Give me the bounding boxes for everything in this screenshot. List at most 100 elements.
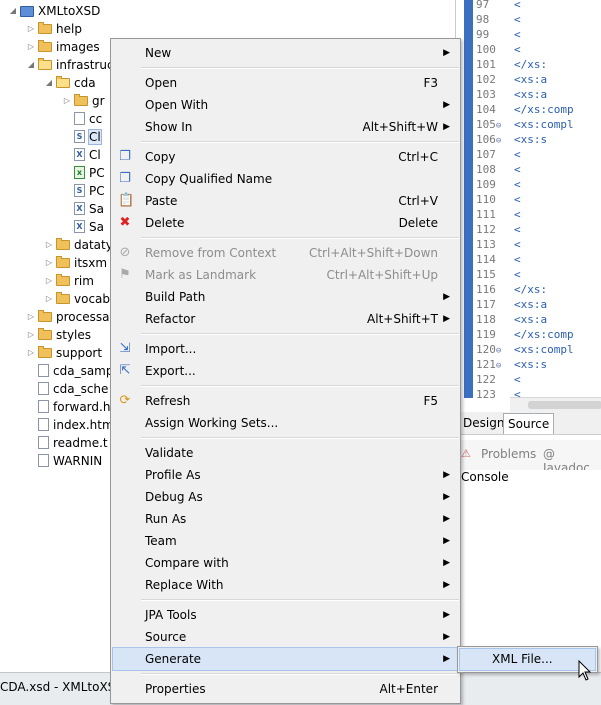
tree-item-label: Sa	[89, 202, 104, 216]
expanded-twisty-icon[interactable]: ◢	[8, 2, 18, 20]
tree-item[interactable]: X Sa	[62, 218, 104, 236]
tree-item[interactable]: ▷ itsxm	[44, 254, 107, 272]
collapsed-twisty-icon[interactable]: ▷	[26, 20, 36, 38]
menu-item-label: Export...	[145, 364, 196, 378]
tree-item[interactable]: cc	[62, 110, 102, 128]
menu-item-validate[interactable]: Validate	[113, 442, 458, 464]
menu-item-shortcut: F5	[423, 394, 438, 408]
collapsed-twisty-icon[interactable]: ▷	[44, 290, 54, 308]
line-number: 113	[474, 237, 512, 252]
menu-item-generate[interactable]: Generate ▶	[112, 647, 459, 671]
horizontal-scrollbar[interactable]	[510, 397, 601, 412]
menu-item-compare-with[interactable]: Compare with ▶	[113, 552, 458, 574]
collapsed-twisty-icon[interactable]: ▷	[26, 308, 36, 326]
expanded-twisty-icon[interactable]: ◢	[44, 74, 54, 92]
submenu-arrow-icon: ▶	[443, 558, 450, 568]
tree-item[interactable]: WARNIN	[26, 452, 102, 470]
scrollbar-thumb[interactable]	[528, 401, 601, 409]
tree-item[interactable]: ▷ dataty	[44, 236, 113, 254]
menu-item-copy[interactable]: ❐ Copy Ctrl+C	[113, 146, 458, 168]
code-line: <xs:a	[514, 88, 548, 101]
fold-collapse-icon[interactable]: ⊖	[496, 121, 501, 131]
menu-item-replace-with[interactable]: Replace With ▶	[113, 574, 458, 596]
menu-item-properties[interactable]: Properties Alt+Enter	[113, 678, 458, 700]
menu-item-refresh[interactable]: ⟳ Refresh F5	[113, 390, 458, 412]
tree-item[interactable]: ◢ XMLtoXSD	[8, 2, 100, 20]
fold-collapse-icon[interactable]: ⊖	[496, 136, 501, 146]
tree-item[interactable]: ▷ styles	[26, 326, 91, 344]
tree-item[interactable]: index.htm	[26, 416, 114, 434]
collapsed-twisty-icon[interactable]: ▷	[44, 236, 54, 254]
image-file-icon: x	[74, 166, 85, 179]
tree-item[interactable]: ◢ infrastruc	[26, 56, 114, 74]
tree-item[interactable]: ▷ processal	[26, 308, 113, 326]
tree-item[interactable]: cda_samp	[26, 362, 113, 380]
tree-item[interactable]: ▷ vocab	[44, 290, 110, 308]
menu-item-jpa-tools[interactable]: JPA Tools ▶	[113, 604, 458, 626]
collapsed-twisty-icon[interactable]: ▷	[62, 92, 72, 110]
menu-item-profile-as[interactable]: Profile As ▶	[113, 464, 458, 486]
menu-item-copy-qualified-name[interactable]: ❐ Copy Qualified Name	[113, 168, 458, 190]
delete-icon: ✖	[119, 215, 131, 230]
menu-item-source[interactable]: Source ▶	[113, 626, 458, 648]
tree-item[interactable]: x PC	[62, 164, 105, 182]
fold-collapse-icon[interactable]: ⊖	[496, 346, 501, 356]
menu-item-xml-file[interactable]: XML File...	[459, 648, 596, 671]
tree-item-label: rim	[74, 274, 94, 288]
tree-item[interactable]: ◢ cda	[44, 74, 96, 92]
menu-item-debug-as[interactable]: Debug As ▶	[113, 486, 458, 508]
menu-item-refactor[interactable]: Refactor Alt+Shift+T ▶	[113, 308, 458, 330]
collapsed-twisty-icon[interactable]: ▷	[44, 254, 54, 272]
collapsed-twisty-icon[interactable]: ▷	[26, 344, 36, 362]
tree-item[interactable]: ▷ support	[26, 344, 102, 362]
menu-item-label: Run As	[145, 512, 187, 526]
fold-collapse-icon[interactable]: ⊖	[496, 361, 501, 371]
tree-item[interactable]: ▷ images	[26, 38, 100, 56]
tab-source[interactable]: Source	[503, 413, 555, 434]
menu-item-assign-working-sets[interactable]: Assign Working Sets...	[113, 412, 458, 434]
menu-item-label: Mark as Landmark	[145, 268, 257, 282]
menu-item-new[interactable]: New ▶	[113, 42, 458, 64]
tree-item[interactable]: forward.h	[26, 398, 110, 416]
menu-item-shortcut: Alt+Shift+W	[362, 120, 439, 134]
line-number: 108	[474, 162, 512, 177]
line-number: 106⊖	[474, 132, 512, 147]
menu-item-team[interactable]: Team ▶	[113, 530, 458, 552]
tab-problems[interactable]: Problems	[481, 447, 536, 461]
tree-item[interactable]: S PC	[62, 182, 105, 200]
tab-design[interactable]: Design	[459, 413, 508, 433]
folder-icon	[56, 256, 70, 268]
tree-item[interactable]: cda_sche	[26, 380, 108, 398]
menu-item-paste[interactable]: 📋 Paste Ctrl+V	[113, 190, 458, 212]
menu-item-open[interactable]: Open F3	[113, 72, 458, 94]
tree-item[interactable]: ▷ rim	[44, 272, 94, 290]
menu-item-show-in[interactable]: Show In Alt+Shift+W ▶	[113, 116, 458, 138]
project-icon	[20, 6, 34, 17]
submenu-arrow-icon: ▶	[443, 470, 450, 480]
tree-item[interactable]: X Sa	[62, 200, 104, 218]
console-title[interactable]: Console	[461, 470, 509, 484]
tree-item[interactable]: ▷ gr	[62, 92, 105, 110]
menu-item-export[interactable]: ⇱ Export...	[113, 360, 458, 382]
tree-item[interactable]: readme.t	[26, 434, 108, 452]
code-line: </xs:comp	[514, 103, 574, 116]
code-area[interactable]: < < < < </xs: <xs:a <xs:a </xs:comp <xs:compl…	[510, 0, 601, 398]
tree-item-label: images	[56, 40, 100, 54]
line-number: 102	[474, 72, 512, 87]
menu-item-run-as[interactable]: Run As ▶	[113, 508, 458, 530]
collapsed-twisty-icon[interactable]: ▷	[44, 272, 54, 290]
tree-item[interactable]: S Cl	[62, 128, 102, 146]
collapsed-twisty-icon[interactable]: ▷	[26, 326, 36, 344]
collapsed-twisty-icon[interactable]: ▷	[26, 38, 36, 56]
tree-item[interactable]: X Cl	[62, 146, 101, 164]
expanded-twisty-icon[interactable]: ◢	[26, 56, 36, 74]
menu-item-shortcut: Ctrl+Alt+Shift+Up	[326, 268, 438, 282]
xsd-editor[interactable]: 97 98 99 100 101 102 103 104 105⊖ 106⊖ 107 108 109 11…	[455, 0, 601, 412]
menu-item-open-with[interactable]: Open With ▶	[113, 94, 458, 116]
line-number: 98	[474, 12, 512, 27]
xml-file-icon: X	[74, 220, 85, 233]
menu-item-build-path[interactable]: Build Path ▶	[113, 286, 458, 308]
menu-item-import[interactable]: ⇲ Import...	[113, 338, 458, 360]
tree-item[interactable]: ▷ help	[26, 20, 82, 38]
menu-item-delete[interactable]: ✖ Delete Delete	[113, 212, 458, 234]
